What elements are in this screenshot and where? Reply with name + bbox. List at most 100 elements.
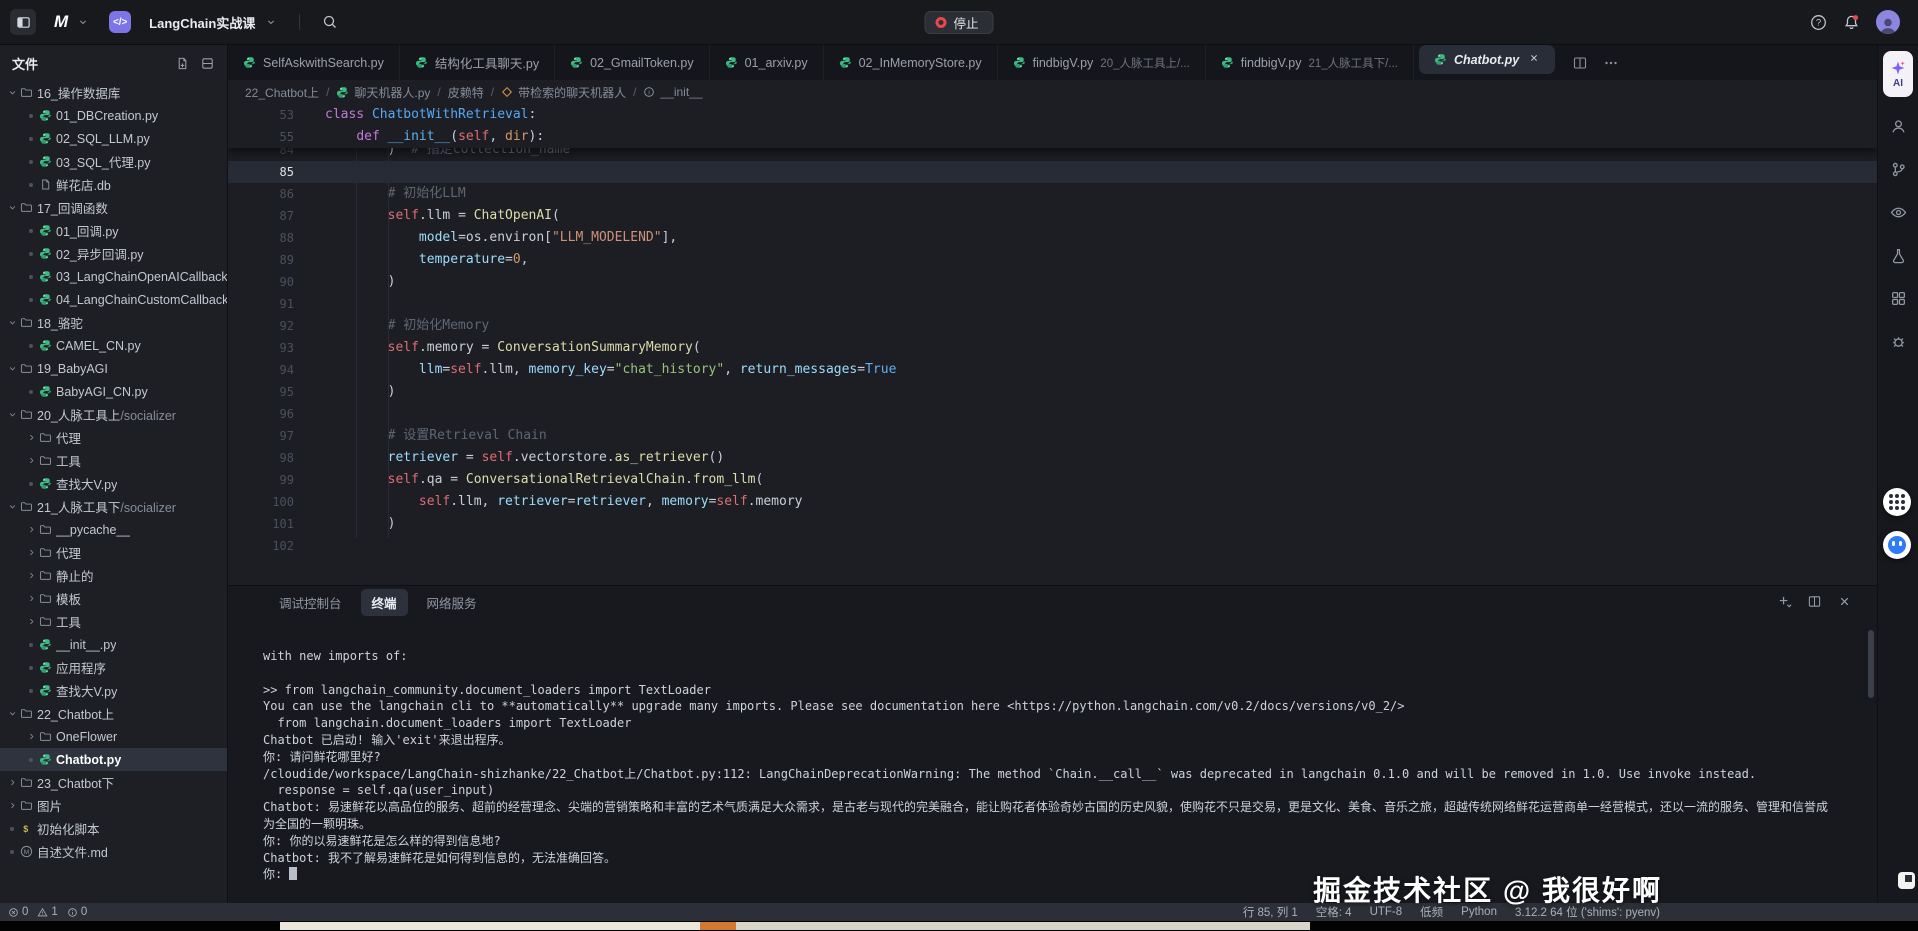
svg-text:$: $ (23, 824, 28, 834)
explorer-title: 文件 (12, 54, 38, 73)
tree-item-查找大V.py[interactable]: 查找大V.py (0, 679, 227, 702)
tree-item-查找大V.py[interactable]: 查找大V.py (0, 472, 227, 495)
tree-item-01_回调.py[interactable]: 01_回调.py (0, 219, 227, 242)
tree-item-label: 17_回调函数 (37, 198, 108, 217)
editor-tab-SelfAskwithSearch.py[interactable]: SelfAskwithSearch.py (228, 45, 400, 80)
tree-item-__init__.py[interactable]: __init__.py (0, 633, 227, 656)
tree-item-21_人脉工具下[interactable]: 21_人脉工具下/socializer (0, 495, 227, 518)
sidebar-toggle-button[interactable] (10, 9, 36, 35)
tree-item-工具[interactable]: 工具 (0, 610, 227, 633)
window-restore-icon[interactable] (1898, 872, 1915, 889)
tree-item-BabyAGI_CN.py[interactable]: BabyAGI_CN.py (0, 380, 227, 403)
tree-item-__pycache__[interactable]: __pycache__ (0, 518, 227, 541)
logo-chevron-down-icon[interactable] (77, 16, 89, 28)
modified-dot (29, 390, 33, 394)
terminal-line: response = self.qa(user_input) (263, 782, 1837, 799)
breadcrumb[interactable]: 22_Chatbot上/聊天机器人.py/皮赖特/带检索的聊天机器人/i__in… (228, 80, 1877, 104)
close-tab-icon[interactable] (1528, 52, 1540, 67)
tree-item-静止的[interactable]: 静止的 (0, 564, 227, 587)
project-chevron-down-icon[interactable] (265, 16, 277, 28)
terminal-output[interactable]: with new imports of: >> from langchain_c… (228, 618, 1877, 883)
terminal-scrollbar[interactable] (1868, 630, 1874, 698)
tree-item-23_Chatbot下[interactable]: 23_Chatbot下 (0, 771, 227, 794)
collapse-all-icon[interactable] (200, 56, 215, 71)
split-terminal-icon[interactable] (1807, 594, 1822, 609)
editor-tab-findbigV.py[interactable]: findbigV.py21_人脉工具下/... (1206, 45, 1414, 80)
tree-item-模板[interactable]: 模板 (0, 587, 227, 610)
breadcrumb-item[interactable]: i__init__ (643, 85, 702, 99)
notifications-bell-icon[interactable] (1843, 14, 1860, 31)
tree-item-CAMEL_CN.py[interactable]: CAMEL_CN.py (0, 334, 227, 357)
tree-item-初始化脚本[interactable]: $初始化脚本 (0, 817, 227, 840)
editor-tab-02_GmailToken.py[interactable]: 02_GmailToken.py (555, 45, 710, 80)
editor-tab-01_arxiv.py[interactable]: 01_arxiv.py (710, 45, 824, 80)
editor-tab-02_InMemoryStore.py[interactable]: 02_InMemoryStore.py (824, 45, 998, 80)
activity-grid-button[interactable] (1890, 290, 1907, 312)
assistant-bubble[interactable] (1883, 531, 1911, 559)
breadcrumb-item[interactable]: 聊天机器人.py (336, 84, 430, 101)
tree-item-04_LangChainCustomCallback....[interactable]: 04_LangChainCustomCallback.... (0, 288, 227, 311)
status-error-count[interactable]: 0 (8, 906, 28, 918)
tree-item-03_LangChainOpenAICallback....[interactable]: 03_LangChainOpenAICallback.... (0, 265, 227, 288)
tree-item-03_SQL_代理.py[interactable]: 03_SQL_代理.py (0, 150, 227, 173)
project-name[interactable]: LangChain实战课 (149, 13, 255, 32)
tree-item-16_操作数据库[interactable]: 16_操作数据库 (0, 81, 227, 104)
new-file-icon[interactable] (175, 56, 190, 71)
ai-assistant-button[interactable]: AI (1883, 51, 1913, 97)
code-line-96: 96 (228, 403, 1877, 425)
user-avatar[interactable] (1876, 10, 1900, 34)
tree-item-应用程序[interactable]: 应用程序 (0, 656, 227, 679)
editor-tab-结构化工具聊天.py[interactable]: 结构化工具聊天.py (400, 45, 555, 80)
editor-tab-Chatbot.py[interactable]: Chatbot.py (1419, 45, 1555, 74)
code-line-53: 53class ChatbotWithRetrieval: (228, 104, 1877, 126)
tree-item-17_回调函数[interactable]: 17_回调函数 (0, 196, 227, 219)
breadcrumb-item[interactable]: 皮赖特 (448, 84, 484, 101)
split-editor-icon[interactable] (1572, 55, 1588, 71)
more-actions-icon[interactable] (1603, 55, 1619, 71)
tree-item-代理[interactable]: 代理 (0, 541, 227, 564)
tree-item-图片[interactable]: 图片 (0, 794, 227, 817)
activity-branch-button[interactable] (1890, 161, 1907, 183)
terminal-line: /cloudide/workspace/LangChain-shizhanke/… (263, 766, 1837, 783)
tree-item-label: 应用程序 (56, 658, 106, 677)
breadcrumb-item[interactable]: 带检索的聊天机器人 (501, 84, 626, 101)
status-info-count[interactable]: 0 (67, 906, 87, 918)
activity-eye-button[interactable] (1890, 204, 1907, 226)
app-logo[interactable]: M (54, 12, 67, 32)
tree-item-20_人脉工具上[interactable]: 20_人脉工具上/socializer (0, 403, 227, 426)
tree-item-鲜花店.db[interactable]: 鲜花店.db (0, 173, 227, 196)
tree-item-工具[interactable]: 工具 (0, 449, 227, 472)
tree-item-自述文件.md[interactable]: M自述文件.md (0, 840, 227, 863)
tree-item-02_SQL_LLM.py[interactable]: 02_SQL_LLM.py (0, 127, 227, 150)
editor-tab-findbigV.py[interactable]: findbigV.py20_人脉工具上/... (998, 45, 1206, 80)
tree-item-02_异步回调.py[interactable]: 02_异步回调.py (0, 242, 227, 265)
help-icon[interactable]: ? (1810, 14, 1827, 31)
tree-item-01_DBCreation.py[interactable]: 01_DBCreation.py (0, 104, 227, 127)
activity-bug-button[interactable] (1890, 333, 1907, 355)
app-launcher-bubble[interactable] (1883, 488, 1911, 516)
panel-tab-网络服务[interactable]: 网络服务 (416, 589, 488, 616)
breadcrumb-item[interactable]: 22_Chatbot上 (245, 84, 319, 101)
tree-item-label: 代理 (56, 543, 81, 562)
activity-flask-button[interactable] (1890, 247, 1907, 269)
search-icon[interactable] (322, 14, 338, 30)
status-item[interactable]: 行 85, 列 1 (1243, 904, 1298, 920)
panel-tab-调试控制台[interactable]: 调试控制台 (268, 589, 353, 616)
status-warning-count[interactable]: 1 (37, 906, 57, 918)
code-editor[interactable]: 53class ChatbotWithRetrieval:55 def __in… (228, 104, 1877, 585)
activity-chat-button[interactable] (1890, 118, 1907, 140)
new-terminal-icon[interactable] (1777, 594, 1792, 609)
tree-item-19_BabyAGI[interactable]: 19_BabyAGI (0, 357, 227, 380)
tree-item-代理[interactable]: 代理 (0, 426, 227, 449)
python-icon (39, 155, 52, 168)
tree-item-OneFlower[interactable]: OneFlower (0, 725, 227, 748)
panel-tab-终端[interactable]: 终端 (361, 589, 408, 616)
chevron-down-icon (7, 501, 18, 512)
stop-button[interactable]: 停止 (924, 11, 993, 34)
tree-item-18_骆驼[interactable]: 18_骆驼 (0, 311, 227, 334)
close-panel-icon[interactable] (1837, 594, 1852, 609)
problems-counters[interactable]: 010 (8, 906, 87, 918)
tree-item-Chatbot.py[interactable]: Chatbot.py (0, 748, 227, 771)
tree-item-22_Chatbot上[interactable]: 22_Chatbot上 (0, 702, 227, 725)
editor-tab-bar: SelfAskwithSearch.py结构化工具聊天.py02_GmailTo… (228, 45, 1877, 80)
